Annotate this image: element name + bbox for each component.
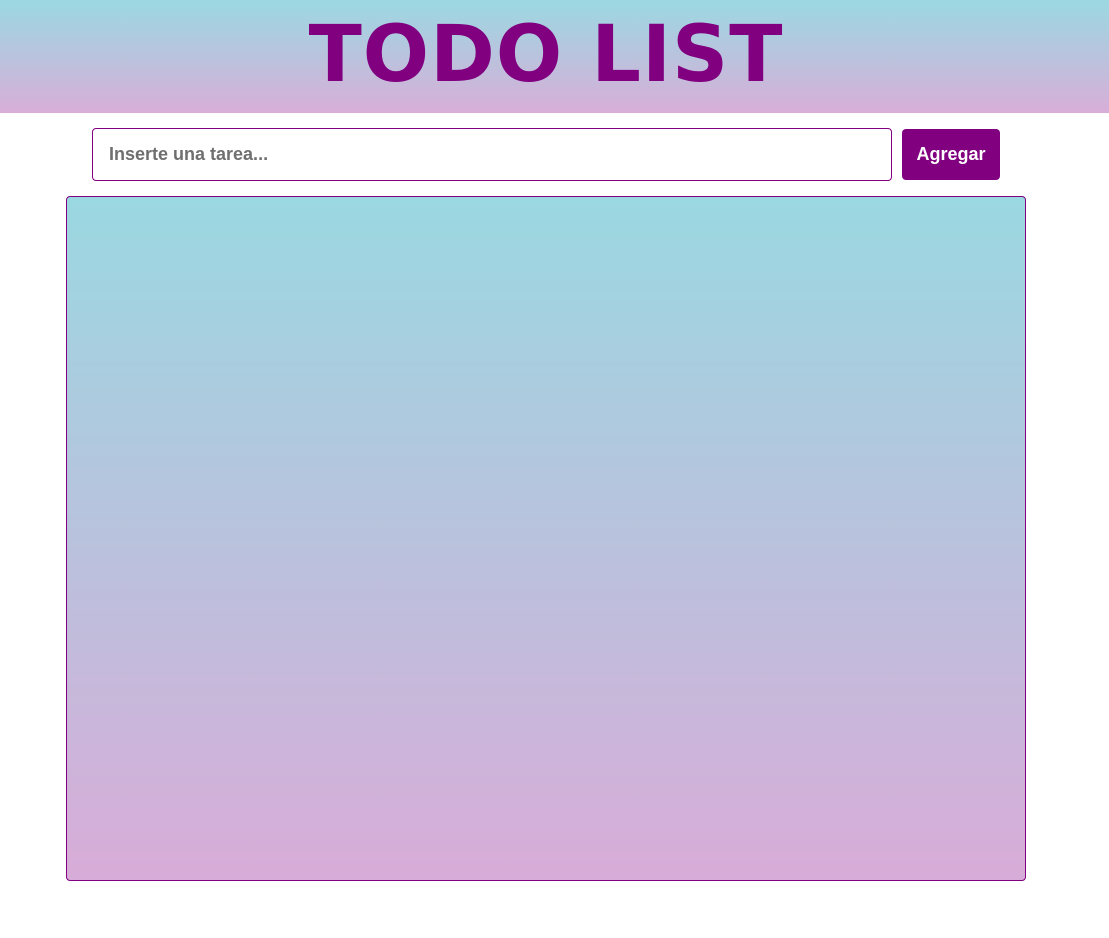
task-input[interactable]	[92, 128, 892, 181]
task-list	[66, 196, 1026, 881]
header-banner: TODO LIST	[0, 0, 1109, 113]
page-title: TODO LIST	[308, 10, 784, 100]
add-task-button[interactable]: Agregar	[902, 129, 1000, 180]
